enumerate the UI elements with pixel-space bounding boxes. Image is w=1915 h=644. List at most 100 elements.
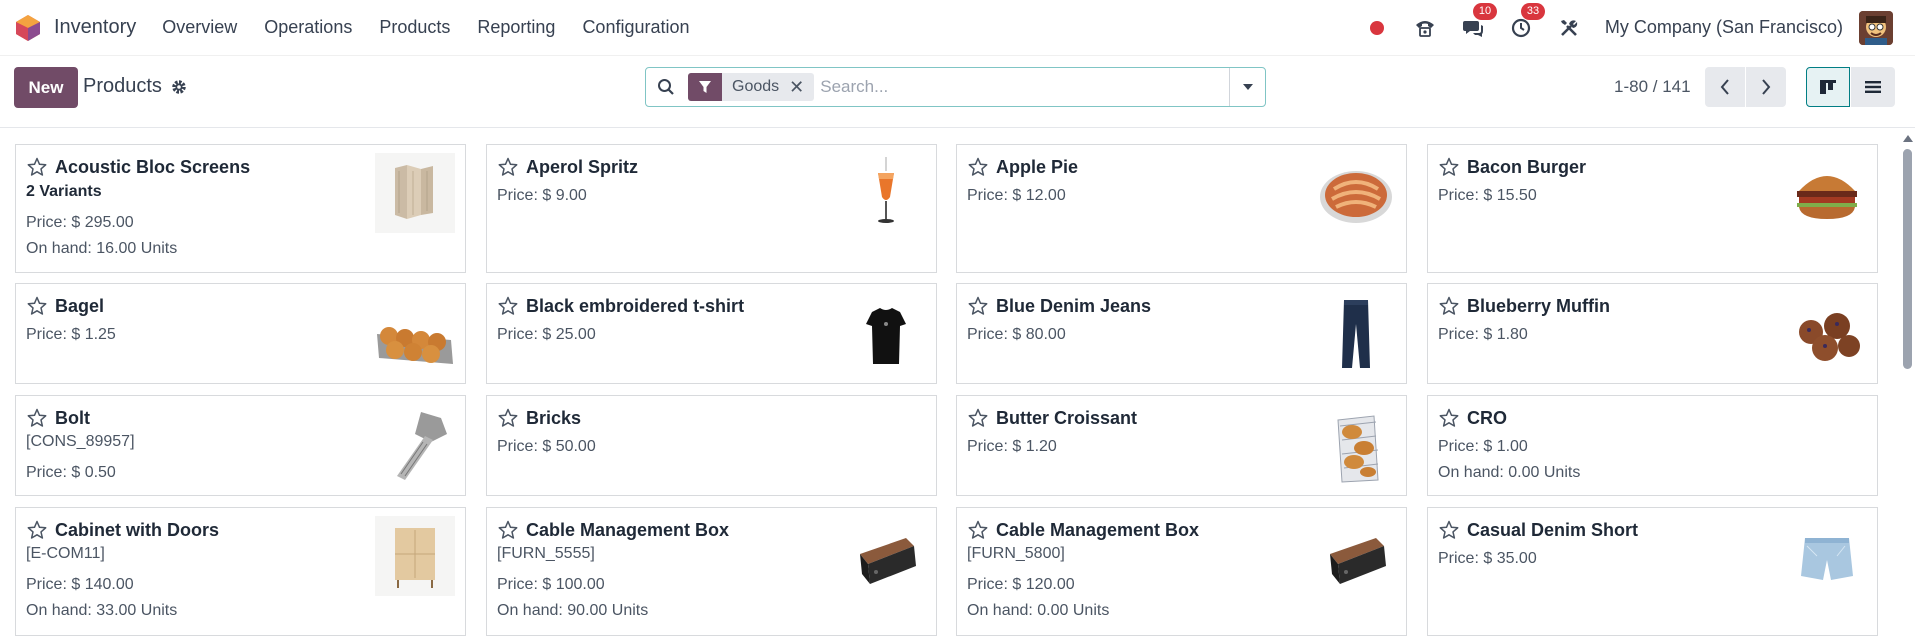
product-name: Cable Management Box [996, 520, 1200, 540]
kanban-icon [1820, 80, 1836, 94]
product-card[interactable]: Acoustic Bloc Screens 2 Variants Price: … [15, 144, 466, 273]
product-card[interactable]: Cable Management Box [FURN_5555] Price: … [486, 507, 937, 636]
record-status-icon[interactable] [1365, 16, 1389, 40]
product-image [1316, 294, 1396, 374]
user-avatar[interactable] [1859, 10, 1893, 45]
product-name: Casual Denim Short [1467, 520, 1639, 540]
product-card[interactable]: Cabinet with Doors [E-COM11] Price: $ 14… [15, 507, 466, 636]
product-image [1787, 294, 1867, 374]
star-icon[interactable] [27, 157, 47, 177]
product-price: Price: $ 1.80 [1438, 326, 1528, 343]
star-icon[interactable] [1439, 157, 1459, 177]
top-navbar: Inventory Overview Operations Products R… [0, 0, 1915, 56]
facet-label: Goods [732, 78, 780, 95]
product-name: Apple Pie [996, 157, 1079, 177]
search-bar: Goods ✕ [645, 67, 1266, 107]
product-price: Price: $ 1.20 [967, 438, 1057, 455]
activity-clock-icon[interactable]: 33 [1509, 2, 1546, 40]
search-icon[interactable] [646, 78, 686, 96]
product-name: Bagel [55, 296, 105, 316]
product-onhand: On hand: 16.00 Units [26, 240, 178, 257]
menu-products[interactable]: Products [379, 17, 450, 38]
star-icon[interactable] [968, 157, 988, 177]
product-image [846, 516, 926, 596]
star-icon[interactable] [498, 157, 518, 177]
star-icon[interactable] [1439, 408, 1459, 428]
star-icon[interactable] [27, 296, 47, 316]
menu-reporting[interactable]: Reporting [477, 17, 555, 38]
product-card[interactable]: Aperol Spritz Price: $ 9.00 [486, 144, 937, 273]
product-price: Price: $ 15.50 [1438, 187, 1537, 204]
product-name: Butter Croissant [996, 408, 1138, 428]
product-image [375, 153, 455, 233]
product-onhand: On hand: 0.00 Units [967, 602, 1110, 619]
star-icon[interactable] [1439, 296, 1459, 316]
inventory-app-icon[interactable] [14, 14, 42, 42]
tools-icon[interactable] [1557, 16, 1581, 40]
menu-operations[interactable]: Operations [264, 17, 352, 38]
product-price: Price: $ 1.00 [1438, 438, 1528, 455]
remove-facet-icon[interactable]: ✕ [789, 77, 804, 98]
filter-icon [688, 73, 722, 101]
product-variants: 2 Variants [26, 183, 102, 200]
product-card[interactable]: Apple Pie Price: $ 12.00 [956, 144, 1407, 273]
star-icon[interactable] [968, 408, 988, 428]
product-image [1787, 516, 1867, 596]
search-input[interactable] [820, 72, 1229, 102]
product-card[interactable]: Blue Denim Jeans Price: $ 80.00 [956, 283, 1407, 384]
product-price: Price: $ 140.00 [26, 576, 134, 593]
menu-overview[interactable]: Overview [162, 17, 237, 38]
star-icon[interactable] [498, 520, 518, 540]
new-button[interactable]: New [14, 67, 78, 108]
star-icon[interactable] [27, 408, 47, 428]
product-card[interactable]: Bricks Price: $ 50.00 [486, 395, 937, 496]
product-onhand: On hand: 90.00 Units [497, 602, 649, 619]
product-card[interactable]: Bagel Price: $ 1.25 [15, 283, 466, 384]
pager-next-button[interactable] [1746, 67, 1786, 107]
star-icon[interactable] [498, 408, 518, 428]
product-price: Price: $ 295.00 [26, 214, 134, 231]
search-options-toggle[interactable] [1229, 68, 1265, 106]
kanban-view-button[interactable] [1806, 67, 1850, 107]
scroll-up-icon[interactable] [1903, 135, 1913, 142]
product-card[interactable]: Bolt [CONS_89957] Price: $ 0.50 [15, 395, 466, 496]
scroll-thumb[interactable] [1903, 149, 1912, 369]
app-name[interactable]: Inventory [54, 16, 136, 39]
kanban-scrollbar[interactable] [1900, 129, 1915, 644]
product-name: CRO [1467, 408, 1507, 428]
star-icon[interactable] [27, 520, 47, 540]
pager-value[interactable]: 1-80 / 141 [1614, 77, 1691, 97]
product-card[interactable]: Blueberry Muffin Price: $ 1.80 [1427, 283, 1878, 384]
product-name: Bricks [526, 408, 582, 428]
product-reference: [FURN_5555] [497, 545, 595, 562]
product-card[interactable]: Butter Croissant Price: $ 1.20 [956, 395, 1407, 496]
product-image [1316, 406, 1396, 486]
phone-icon[interactable] [1413, 16, 1437, 40]
product-image [1787, 153, 1867, 233]
messages-icon[interactable]: 10 [1461, 2, 1498, 40]
star-icon[interactable] [498, 296, 518, 316]
pager-previous-button[interactable] [1705, 67, 1745, 107]
company-switcher[interactable]: My Company (San Francisco) [1605, 17, 1843, 38]
product-card[interactable]: Black embroidered t-shirt Price: $ 25.00 [486, 283, 937, 384]
chevron-right-icon [1762, 79, 1771, 95]
product-card[interactable]: CRO Price: $ 1.00 On hand: 0.00 Units [1427, 395, 1878, 496]
product-price: Price: $ 100.00 [497, 576, 605, 593]
list-view-button[interactable] [1851, 67, 1895, 107]
control-panel: New Products Goods ✕ 1-80 / 141 [0, 56, 1915, 128]
menu-configuration[interactable]: Configuration [582, 17, 689, 38]
star-icon[interactable] [968, 296, 988, 316]
star-icon[interactable] [1439, 520, 1459, 540]
product-card[interactable]: Casual Denim Short Price: $ 35.00 [1427, 507, 1878, 636]
gear-icon[interactable] [171, 79, 187, 95]
product-card[interactable]: Cable Management Box [FURN_5800] Price: … [956, 507, 1407, 636]
page-title: Products [83, 75, 162, 97]
star-icon[interactable] [968, 520, 988, 540]
product-name: Bolt [55, 408, 90, 428]
product-card[interactable]: Bacon Burger Price: $ 15.50 [1427, 144, 1878, 273]
product-image [1316, 516, 1396, 596]
product-price: Price: $ 25.00 [497, 326, 596, 343]
product-onhand: On hand: 0.00 Units [1438, 464, 1581, 481]
product-name: Cable Management Box [526, 520, 730, 540]
activities-badge: 33 [1520, 2, 1546, 20]
